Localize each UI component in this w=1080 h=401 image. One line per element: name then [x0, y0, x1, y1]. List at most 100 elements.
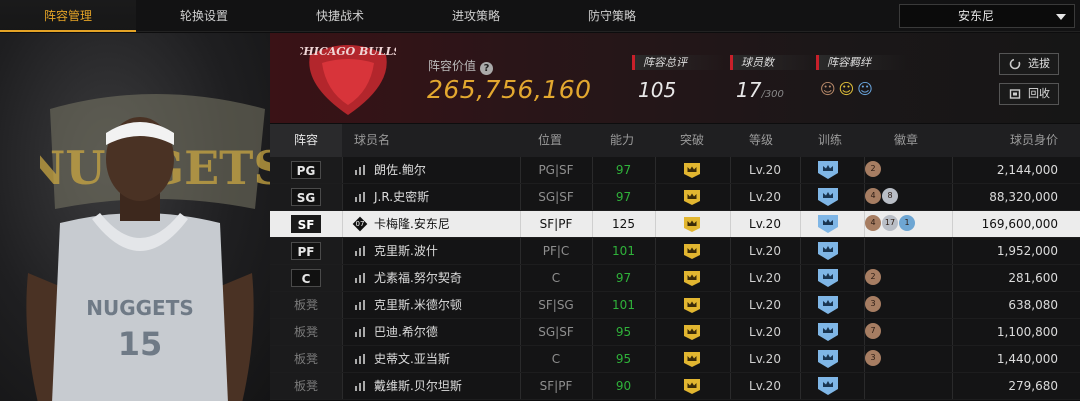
training-icon[interactable] [818, 188, 838, 206]
table-row[interactable]: 板凳 巴迪.希尔德 SG|SF 95 Lv.20 7 1,100,800 [270, 319, 1080, 346]
player-name: 尤素福.努尔契奇 [374, 271, 462, 285]
column-divider [800, 265, 801, 291]
breakthrough-crown-icon[interactable] [684, 190, 700, 205]
column-divider [864, 238, 865, 264]
badge-icon: 3 [865, 350, 881, 366]
badge-group[interactable]: 2 [865, 161, 882, 179]
column-divider [655, 292, 656, 318]
column-divider [655, 346, 656, 372]
table-row[interactable]: 板凳 克里斯.米德尔顿 SF|SG 101 Lv.20 3 638,080 [270, 292, 1080, 319]
col-salary: 球员身价 [1010, 133, 1059, 147]
column-divider [952, 211, 953, 237]
bulls-logo: CHICAGO BULLS [300, 45, 396, 115]
stats-bars-icon [355, 165, 365, 175]
column-divider [342, 346, 343, 372]
jersey-number: 07 [355, 220, 365, 228]
bulls-logo-text: CHICAGO BULLS [300, 45, 396, 58]
breakthrough-crown-icon[interactable] [684, 271, 700, 286]
breakthrough-crown-icon[interactable] [684, 352, 700, 367]
jersey-number: 15 [118, 325, 163, 363]
player-count-label: 球员数 [730, 55, 822, 70]
player-name: 史蒂文.亚当斯 [374, 352, 450, 366]
column-divider [800, 373, 801, 399]
team-dropdown[interactable]: 安东尼 [899, 4, 1075, 28]
lineup-slot[interactable]: PG [270, 157, 342, 183]
badge-icon: 8 [882, 188, 898, 204]
table-row[interactable]: SG J.R.史密斯 SG|SF 97 Lv.20 4 8 88,320,000 [270, 184, 1080, 211]
tab-defense-strategy[interactable]: 防守策略 [544, 0, 680, 32]
table-row[interactable]: C 尤素福.努尔契奇 C 97 Lv.20 2 281,600 [270, 265, 1080, 292]
player-position: PF|C [542, 244, 570, 258]
breakthrough-crown-icon[interactable] [684, 325, 700, 340]
column-divider [655, 265, 656, 291]
column-divider [952, 292, 953, 318]
player-count-number: 17 [736, 78, 762, 102]
help-icon[interactable]: ? [480, 62, 494, 75]
breakthrough-crown-icon[interactable] [684, 298, 700, 313]
breakthrough-crown-icon[interactable] [684, 217, 700, 232]
training-icon[interactable] [818, 377, 838, 395]
column-divider [800, 184, 801, 210]
column-divider [952, 265, 953, 291]
player-ability: 95 [615, 352, 632, 366]
breakthrough-crown-icon[interactable] [684, 379, 700, 394]
recycle-icon [1009, 89, 1021, 99]
training-icon[interactable] [818, 323, 838, 341]
lineup-slot[interactable]: SG [270, 184, 342, 210]
table-row[interactable]: PF 克里斯.波什 PF|C 101 Lv.20 1,952,000 [270, 238, 1080, 265]
column-divider [655, 184, 656, 210]
table-row[interactable]: SF 07 卡梅隆.安东尼 SF|PF 125 Lv.20 4 17 1 169,600,000 [270, 211, 1080, 238]
training-icon[interactable] [818, 215, 838, 233]
tab-rotation-settings[interactable]: 轮换设置 [136, 0, 272, 32]
badge-group[interactable]: 48 [865, 188, 899, 206]
tab-quick-tactics[interactable]: 快捷战术 [272, 0, 408, 32]
player-name: 克里斯.米德尔顿 [374, 298, 462, 312]
pick-button-label: 选拔 [1028, 57, 1050, 70]
player-level: Lv.20 [749, 352, 781, 366]
badge-group[interactable]: 4 17 1 [865, 215, 916, 233]
training-icon[interactable] [818, 161, 838, 179]
lineup-slot[interactable]: 板凳 [270, 346, 342, 372]
chemistry-icons[interactable]: ☺☺☺ [816, 80, 908, 98]
breakthrough-crown-icon[interactable] [684, 244, 700, 259]
pick-button[interactable]: 选拔 [999, 53, 1059, 75]
column-divider [800, 346, 801, 372]
tab-offense-strategy[interactable]: 进攻策略 [408, 0, 544, 32]
training-icon[interactable] [818, 296, 838, 314]
tab-lineup-management[interactable]: 阵容管理 [0, 0, 136, 32]
badge-group[interactable]: 3 [865, 350, 882, 368]
lineup-slot[interactable]: 板凳 [270, 373, 342, 399]
player-position: SG|SF [538, 190, 574, 204]
lineup-slot[interactable]: C [270, 265, 342, 291]
table-row[interactable]: 板凳 戴维斯.贝尔坦斯 SF|PF 90 Lv.20 279,680 [270, 373, 1080, 400]
table-row[interactable]: PG 朗佐.鲍尔 PG|SF 97 Lv.20 2 2,144,000 [270, 157, 1080, 184]
lineup-slot[interactable]: SF [270, 211, 342, 237]
breakthrough-crown-icon[interactable] [684, 163, 700, 178]
badge-icon: 17 [882, 215, 898, 231]
badge-group[interactable]: 2 [865, 269, 882, 287]
column-divider [952, 238, 953, 264]
jersey-text: NUGGETS [86, 296, 194, 320]
player-position: SF|PF [539, 379, 573, 393]
lineup-slot[interactable]: 板凳 [270, 292, 342, 318]
column-divider [655, 238, 656, 264]
chemistry-bronze-icon: ☺ [820, 80, 839, 98]
bench-label: 板凳 [293, 325, 318, 339]
lineup-slot[interactable]: PF [270, 238, 342, 264]
player-salary: 1,100,800 [996, 325, 1058, 339]
training-icon[interactable] [818, 242, 838, 260]
stats-bars-icon [355, 327, 365, 337]
chemistry-blue-icon: ☺ [857, 80, 876, 98]
badge-group[interactable]: 7 [865, 323, 882, 341]
badge-group[interactable]: 3 [865, 296, 882, 314]
player-count-value: 17/300 [730, 78, 822, 102]
recycle-button[interactable]: 回收 [999, 83, 1059, 105]
col-lineup[interactable]: 阵容 [270, 124, 342, 157]
column-divider [952, 346, 953, 372]
lineup-slot[interactable]: 板凳 [270, 319, 342, 345]
table-row[interactable]: 板凳 史蒂文.亚当斯 C 95 Lv.20 3 1,440,000 [270, 346, 1080, 373]
chevron-down-icon [1056, 14, 1066, 20]
training-icon[interactable] [818, 350, 838, 368]
training-icon[interactable] [818, 269, 838, 287]
column-divider [342, 319, 343, 345]
